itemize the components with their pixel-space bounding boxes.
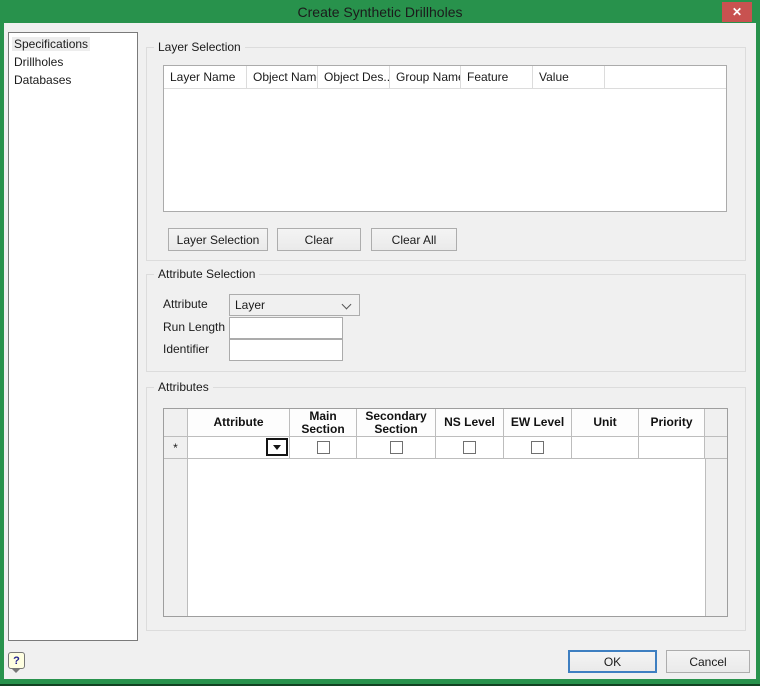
secondary-section-checkbox[interactable] — [390, 441, 403, 454]
column-header-value[interactable]: Value — [533, 66, 605, 88]
new-row: * — [164, 437, 727, 459]
layer-table: Layer Name Object Name Object Des... Gro… — [163, 65, 727, 212]
layer-selection-group-label: Layer Selection — [154, 40, 245, 54]
cancel-button[interactable]: Cancel — [666, 650, 750, 673]
close-icon: ✕ — [732, 6, 742, 18]
new-row-marker: * — [164, 437, 188, 459]
attributes-group-label: Attributes — [154, 380, 213, 394]
ns-level-checkbox[interactable] — [463, 441, 476, 454]
run-length-input[interactable] — [229, 317, 343, 339]
attribute-dropdown[interactable]: Layer — [229, 294, 360, 316]
column-header-unit[interactable]: Unit — [572, 409, 639, 437]
column-header-object-description[interactable]: Object Des... — [318, 66, 390, 88]
attribute-label: Attribute — [163, 297, 208, 311]
identifier-label: Identifier — [163, 342, 209, 356]
column-header-object-name[interactable]: Object Name — [247, 66, 318, 88]
column-header-attribute[interactable]: Attribute — [188, 409, 290, 437]
identifier-input[interactable] — [229, 339, 343, 361]
attributes-table-empty-area — [164, 459, 727, 616]
attributes-table: Attribute Main Section Secondary Section… — [163, 408, 728, 617]
main-section-checkbox[interactable] — [317, 441, 330, 454]
ok-button[interactable]: OK — [568, 650, 657, 673]
ew-level-checkbox[interactable] — [531, 441, 544, 454]
ew-level-cell — [504, 437, 572, 459]
sidebar-item-label: Specifications — [12, 37, 90, 51]
column-header-group-name[interactable]: Group Name — [390, 66, 461, 88]
unit-cell[interactable] — [572, 437, 639, 459]
ns-level-cell — [436, 437, 504, 459]
category-list: Specifications Drillholes Databases — [8, 32, 138, 641]
column-header-priority[interactable]: Priority — [639, 409, 705, 437]
sidebar-item-label: Databases — [12, 73, 73, 87]
run-length-label: Run Length — [163, 320, 225, 334]
layer-table-header-row: Layer Name Object Name Object Des... Gro… — [164, 66, 726, 89]
sidebar-item-specifications[interactable]: Specifications — [9, 35, 137, 53]
close-button[interactable]: ✕ — [722, 2, 752, 22]
priority-cell[interactable] — [639, 437, 705, 459]
clear-button[interactable]: Clear — [277, 228, 361, 251]
column-header-filler — [605, 66, 726, 88]
clear-all-button[interactable]: Clear All — [371, 228, 457, 251]
attribute-selection-group-label: Attribute Selection — [154, 267, 259, 281]
title-bar: Create Synthetic Drillholes — [0, 0, 760, 23]
empty-rows-area — [188, 459, 705, 616]
secondary-section-cell — [357, 437, 436, 459]
column-header-main-section[interactable]: Main Section — [290, 409, 357, 437]
sidebar-item-drillholes[interactable]: Drillholes — [9, 53, 137, 71]
attribute-cell-dropdown-button[interactable] — [266, 438, 288, 456]
filler-column — [705, 459, 727, 616]
main-section-cell — [290, 437, 357, 459]
sidebar-item-databases[interactable]: Databases — [9, 71, 137, 89]
help-button[interactable]: ? — [8, 652, 28, 676]
column-header-feature[interactable]: Feature — [461, 66, 533, 88]
column-header-ns-level[interactable]: NS Level — [436, 409, 504, 437]
row-header-column — [164, 459, 188, 616]
layer-selection-button[interactable]: Layer Selection — [168, 228, 268, 251]
filler-cell — [705, 437, 727, 459]
dropdown-arrow-icon — [273, 445, 281, 450]
attribute-cell[interactable] — [188, 437, 290, 459]
attribute-dropdown-value: Layer — [230, 298, 265, 312]
attributes-table-header-row: Attribute Main Section Secondary Section… — [164, 409, 727, 437]
create-synthetic-drillholes-dialog: Create Synthetic Drillholes ✕ Specificat… — [0, 0, 760, 686]
column-header-filler — [705, 409, 727, 437]
column-header-layer-name[interactable]: Layer Name — [164, 66, 247, 88]
column-header-secondary-section[interactable]: Secondary Section — [357, 409, 436, 437]
sidebar-item-label: Drillholes — [12, 55, 65, 69]
chevron-down-icon — [342, 300, 352, 310]
row-header-corner-cell — [164, 409, 188, 437]
column-header-ew-level[interactable]: EW Level — [504, 409, 572, 437]
layer-table-body[interactable] — [164, 89, 726, 211]
help-icon: ? — [8, 652, 25, 669]
window-title: Create Synthetic Drillholes — [298, 4, 463, 20]
